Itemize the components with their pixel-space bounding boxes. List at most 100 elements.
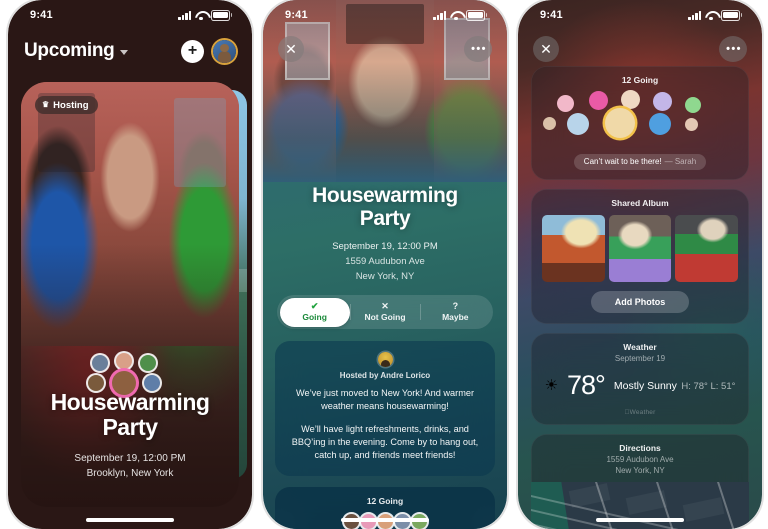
sun-icon: ☀ [544, 376, 559, 394]
event-card-details: Housewarming Party September 19, 12:00 P… [21, 390, 239, 481]
home-indicator [86, 518, 174, 522]
x-circle-icon: ✕ [381, 301, 389, 311]
more-options-button[interactable]: ••• [464, 36, 492, 62]
comment-author: — Sarah [664, 157, 697, 166]
hosting-label: Hosting [53, 99, 89, 111]
avatar [567, 113, 589, 135]
host-message-card: Hosted by Andre Lorico We’ve just moved … [275, 341, 495, 476]
album-photo-3[interactable] [675, 214, 739, 282]
status-badge: ♛ Hosting [35, 96, 98, 114]
event-address-line-2: New York, NY [355, 270, 415, 282]
add-photos-button[interactable]: Add Photos [590, 290, 690, 313]
segment-divider [420, 303, 422, 321]
cellular-bars-icon [178, 10, 191, 20]
phone-1-upcoming-list: 9:41 Upcoming + ♛ Hosting Housewarming P… [8, 0, 252, 529]
avatar [140, 355, 156, 371]
hosted-by-label: Hosted by Andre Lorico [339, 371, 431, 380]
event-title-line-2: Party [102, 414, 158, 441]
going-card[interactable]: 12 Going Can’t wait to be there! — Sarah [531, 66, 749, 180]
map-block [568, 482, 611, 508]
battery-icon [211, 9, 232, 21]
event-title: Housewarming Party [285, 184, 485, 230]
avatar-primary [605, 108, 635, 138]
weather-date: September 19 [614, 353, 666, 363]
nav-actions: + [181, 39, 236, 63]
event-card[interactable]: ♛ Hosting Housewarming Party September 1… [21, 82, 239, 507]
avatar [543, 117, 556, 130]
event-datetime: September 19, 12:00 PM [332, 241, 438, 253]
event-title: Housewarming Party [35, 390, 225, 440]
wifi-icon [195, 11, 207, 20]
avatar [557, 95, 574, 112]
upcoming-dropdown[interactable]: Upcoming [24, 40, 128, 62]
phone-3-event-modules: 9:41 ✕ ••• 12 Going Can’t wait to be the… [518, 0, 762, 529]
rsvp-option-maybe[interactable]: ? Maybe [420, 298, 490, 327]
avatar [589, 91, 608, 110]
map-water [531, 481, 572, 529]
event-title-line-1: Housewarming [312, 184, 458, 207]
screenshot-stage: 9:41 Upcoming + ♛ Hosting Housewarming P… [0, 0, 768, 529]
weather-card[interactable]: Weather September 19 ☀ 78° Mostly Sunny … [531, 332, 749, 425]
rsvp-segmented-control: ✔ Going ✕ Not Going ? Maybe [277, 295, 493, 329]
weather-high-low: H: 78° L: 51° [681, 381, 736, 392]
album-photo-strip[interactable] [531, 208, 749, 282]
album-photo-2[interactable] [608, 214, 672, 282]
going-card[interactable]: 12 Going [275, 487, 495, 529]
wifi-icon [450, 11, 462, 20]
more-options-button[interactable]: ••• [719, 36, 747, 62]
status-indicators [688, 9, 742, 21]
avatar [649, 113, 671, 135]
weather-summary: ☀ 78° Mostly Sunny H: 78° L: 51° [531, 363, 749, 403]
page-title: Upcoming [24, 40, 115, 61]
album-photo-1[interactable] [542, 214, 605, 282]
directions-card[interactable]: Directions 1559 Audubon Ave New York, NY [531, 433, 749, 529]
segment-divider [349, 303, 351, 321]
rsvp-option-not-going[interactable]: ✕ Not Going [349, 298, 420, 327]
chevron-down-icon [119, 50, 128, 55]
battery-icon [466, 9, 487, 21]
avatar [621, 90, 640, 109]
rsvp-option-going[interactable]: ✔ Going [279, 297, 350, 327]
shared-album-label: Shared Album [611, 197, 669, 208]
directions-address-line-2: New York, NY [615, 465, 665, 475]
phone-2-screen: 9:41 ✕ ••• Housewarming Party September … [263, 0, 507, 529]
weather-temperature: 78° [567, 369, 606, 400]
weather-label: Weather [623, 341, 657, 352]
event-title-line-2: Party [359, 207, 411, 231]
profile-avatar-icon[interactable] [213, 39, 236, 63]
weather-attribution: Weather [625, 408, 656, 416]
host-message-paragraph-2: We’ll have light refreshments, drinks, a… [291, 423, 479, 461]
attendee-avatar-cluster[interactable] [531, 89, 749, 151]
rsvp-not-going-label: Not Going [364, 312, 406, 322]
event-address-line-1: 1559 Audubon Ave [345, 255, 425, 267]
crown-icon: ♛ [42, 100, 50, 109]
comment-row[interactable]: Can’t wait to be there! — Sarah [531, 151, 749, 180]
status-bar: 9:41 [263, 0, 507, 30]
rsvp-maybe-label: Maybe [442, 312, 469, 322]
event-location: Brooklyn, New York [86, 468, 174, 479]
add-event-button[interactable]: + [181, 39, 204, 63]
map-block [682, 496, 725, 522]
rsvp-going-label: Going [302, 312, 327, 322]
modules-scroll-area[interactable]: 12 Going Can’t wait to be there! — Sarah… [531, 66, 749, 529]
question-circle-icon: ? [452, 301, 459, 311]
going-count-label: 12 Going [366, 496, 404, 506]
phone-1-screen: 9:41 Upcoming + ♛ Hosting Housewarming P… [8, 0, 252, 529]
avatar [116, 353, 132, 369]
comment-text: Can’t wait to be there! [583, 157, 662, 166]
status-time: 9:41 [540, 9, 563, 21]
avatar [685, 97, 701, 113]
shared-album-card[interactable]: Shared Album Add Photos [531, 188, 749, 324]
status-indicators [178, 9, 232, 21]
going-count-label: 12 Going [621, 75, 659, 85]
wifi-icon [705, 11, 717, 20]
home-indicator [341, 518, 429, 522]
close-button[interactable]: ✕ [533, 36, 559, 62]
event-title-line-1: Housewarming [50, 389, 210, 416]
avatar [653, 92, 672, 111]
avatar [92, 355, 108, 371]
check-circle-icon: ✔ [310, 301, 319, 311]
status-time: 9:41 [30, 9, 53, 21]
close-button[interactable]: ✕ [278, 36, 304, 62]
avatar [685, 118, 698, 131]
